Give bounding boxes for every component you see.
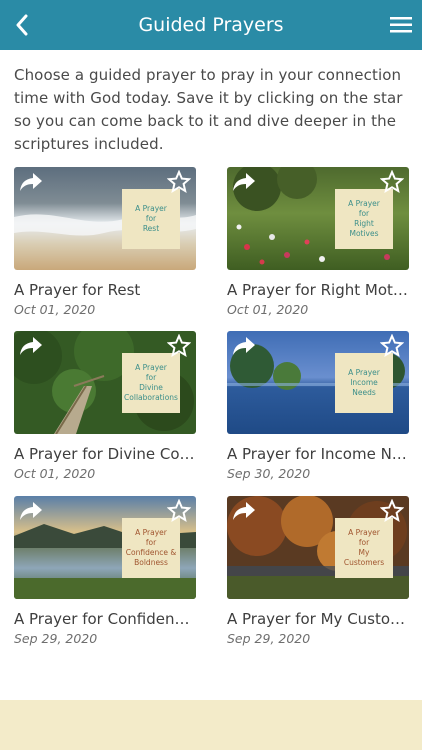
hamburger-menu-icon — [390, 17, 412, 33]
prayer-thumbnail: A Prayer for Confidence & Boldness — [14, 496, 196, 599]
plate-line: A Prayer — [135, 204, 167, 213]
share-icon[interactable] — [18, 335, 44, 357]
footer-bar — [0, 700, 422, 750]
plate-line: Income — [350, 378, 378, 387]
menu-button[interactable] — [388, 12, 414, 38]
plate-line: My — [358, 548, 370, 557]
prayer-title[interactable]: A Prayer for Right Motives — [227, 281, 409, 299]
plate-line: Boldness — [134, 558, 168, 567]
plate-line: A Prayer — [348, 368, 380, 377]
prayer-thumbnail: A Prayer for My Customers — [227, 496, 409, 599]
prayer-title[interactable]: A Prayer for Income Needs — [227, 445, 409, 463]
plate-line: A Prayer — [348, 528, 380, 537]
prayer-date: Oct 01, 2020 — [227, 302, 309, 317]
plate-line: Customers — [343, 558, 385, 567]
plate-line: Collaborations — [124, 393, 178, 402]
share-icon[interactable] — [231, 335, 257, 357]
title-plate: A Prayer for Confidence & Boldness — [122, 518, 180, 578]
prayer-date: Sep 30, 2020 — [227, 466, 311, 481]
star-icon[interactable] — [167, 334, 191, 358]
plate-line: Needs — [352, 388, 376, 397]
plate-line: for — [358, 538, 370, 547]
prayer-card[interactable]: A Prayer for Confidence & Boldness A Pra… — [14, 496, 196, 646]
plate-line: Right — [354, 219, 374, 228]
prayer-card[interactable]: A Prayer for Right Motives A Prayer for … — [227, 167, 409, 317]
prayer-card[interactable]: A Prayer for Divine Collaborations A Pra… — [14, 331, 196, 481]
plate-line: for — [145, 373, 157, 382]
title-plate: A Prayer for Rest — [122, 189, 180, 249]
star-icon[interactable] — [380, 334, 404, 358]
prayer-title[interactable]: A Prayer for My Customers — [227, 610, 409, 628]
share-icon[interactable] — [18, 500, 44, 522]
prayer-title[interactable]: A Prayer for Rest — [14, 281, 196, 299]
prayer-thumbnail: A Prayer Income Needs — [227, 331, 409, 434]
star-icon[interactable] — [167, 499, 191, 523]
prayer-title[interactable]: A Prayer for Divine Collaborations — [14, 445, 196, 463]
star-icon[interactable] — [167, 170, 191, 194]
plate-line: A Prayer — [135, 363, 167, 372]
share-icon[interactable] — [231, 171, 257, 193]
plate-line: for — [358, 209, 370, 218]
page-title: Guided Prayers — [138, 14, 284, 36]
plate-line: A Prayer — [135, 528, 167, 537]
prayer-thumbnail: A Prayer for Right Motives — [227, 167, 409, 270]
prayer-date: Oct 01, 2020 — [14, 302, 96, 317]
prayer-date: Sep 29, 2020 — [14, 631, 98, 646]
prayer-thumbnail: A Prayer for Rest — [14, 167, 196, 270]
app-header: Guided Prayers — [0, 0, 422, 50]
share-icon[interactable] — [231, 500, 257, 522]
prayer-card[interactable]: A Prayer for Rest A Prayer for Rest Oct … — [14, 167, 196, 317]
plate-line: Divine — [139, 383, 163, 392]
plate-line: Rest — [142, 224, 160, 233]
title-plate: A Prayer for Divine Collaborations — [122, 353, 180, 413]
prayer-thumbnail: A Prayer for Divine Collaborations — [14, 331, 196, 434]
title-plate: A Prayer for Right Motives — [335, 189, 393, 249]
share-icon[interactable] — [18, 171, 44, 193]
prayer-card[interactable]: A Prayer Income Needs A Prayer for Incom… — [227, 331, 409, 481]
plate-line: Motives — [349, 229, 379, 238]
star-icon[interactable] — [380, 170, 404, 194]
plate-line: for — [145, 538, 157, 547]
plate-line: A Prayer — [348, 199, 380, 208]
plate-line: Confidence & — [125, 548, 177, 557]
prayer-card[interactable]: A Prayer for My Customers A Prayer for M… — [227, 496, 409, 646]
intro-text: Choose a guided prayer to pray in your c… — [14, 66, 403, 153]
star-icon[interactable] — [380, 499, 404, 523]
prayer-date: Oct 01, 2020 — [14, 466, 96, 481]
title-plate: A Prayer for My Customers — [335, 518, 393, 578]
plate-line: for — [145, 214, 157, 223]
prayer-date: Sep 29, 2020 — [227, 631, 311, 646]
title-plate: A Prayer Income Needs — [335, 353, 393, 413]
prayer-title[interactable]: A Prayer for Confidence & Boldness — [14, 610, 196, 628]
